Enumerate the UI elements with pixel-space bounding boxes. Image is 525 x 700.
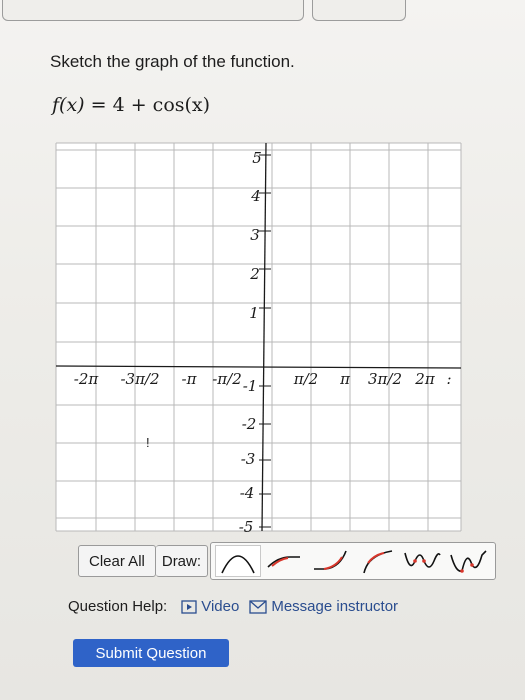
curve-icon (267, 556, 301, 568)
log-curve-icon (363, 550, 393, 574)
question-help: Question Help: Video Message instructor (68, 598, 408, 615)
x-tick-label: -3π/2 (120, 370, 159, 388)
y-tick-label: 2 (249, 265, 260, 283)
draw-tools (210, 542, 497, 580)
curve-tool[interactable] (261, 545, 307, 577)
drawing-toolbar: Clear All Draw: (78, 542, 497, 580)
submit-question-button[interactable]: Submit Question (73, 639, 229, 667)
log-tool[interactable] (353, 545, 399, 577)
x-tick-label: π/2 (293, 370, 318, 388)
y-tick-label: -2 (242, 415, 257, 433)
x-tick-label: -π (182, 370, 198, 388)
y-tick-label: -4 (240, 484, 255, 502)
x-tick-label: -π/2 (212, 370, 242, 388)
y-tick-label: -5 (239, 518, 254, 536)
parabola-tool[interactable] (215, 545, 262, 577)
x-tick-label: 3π/2 (368, 370, 402, 388)
y-tick-label: -3 (241, 450, 256, 468)
sqrt-tool[interactable] (307, 545, 353, 577)
envelope-icon (249, 599, 267, 614)
parabola-icon (221, 555, 255, 574)
cosine-tool[interactable] (445, 545, 491, 577)
question-help-label: Question Help: (68, 598, 168, 615)
video-link-label: Video (201, 598, 240, 615)
y-tick-label: 5 (252, 149, 262, 167)
x-tick-label: -2π (74, 370, 100, 388)
sine-wave-icon (404, 552, 441, 568)
video-link[interactable]: Video (181, 598, 239, 615)
y-tick-label: 4 (250, 187, 261, 205)
message-instructor-label: Message instructor (271, 598, 399, 615)
sqrt-curve-icon (314, 550, 347, 570)
clear-all-button[interactable]: Clear All (78, 545, 156, 577)
sine-tool[interactable] (399, 545, 445, 577)
cosine-wave-icon (450, 550, 487, 573)
message-instructor-link[interactable]: Message instructor (249, 598, 398, 615)
stray-mark: ! (146, 435, 150, 450)
y-tick-label: -1 (243, 377, 258, 395)
x-tick-label: π (339, 370, 351, 388)
graphing-area[interactable]: -2π -3π/2 -π -π/2 π/2 π 3π/2 2π : 5 4 3 … (0, 0, 525, 700)
draw-label: Draw: (155, 545, 209, 577)
y-tick-label: 3 (250, 226, 260, 244)
x-tick-label: 2π (414, 370, 436, 388)
video-icon (181, 599, 197, 614)
overflow-mark: : (446, 370, 451, 388)
y-tick-label: 1 (249, 304, 259, 322)
